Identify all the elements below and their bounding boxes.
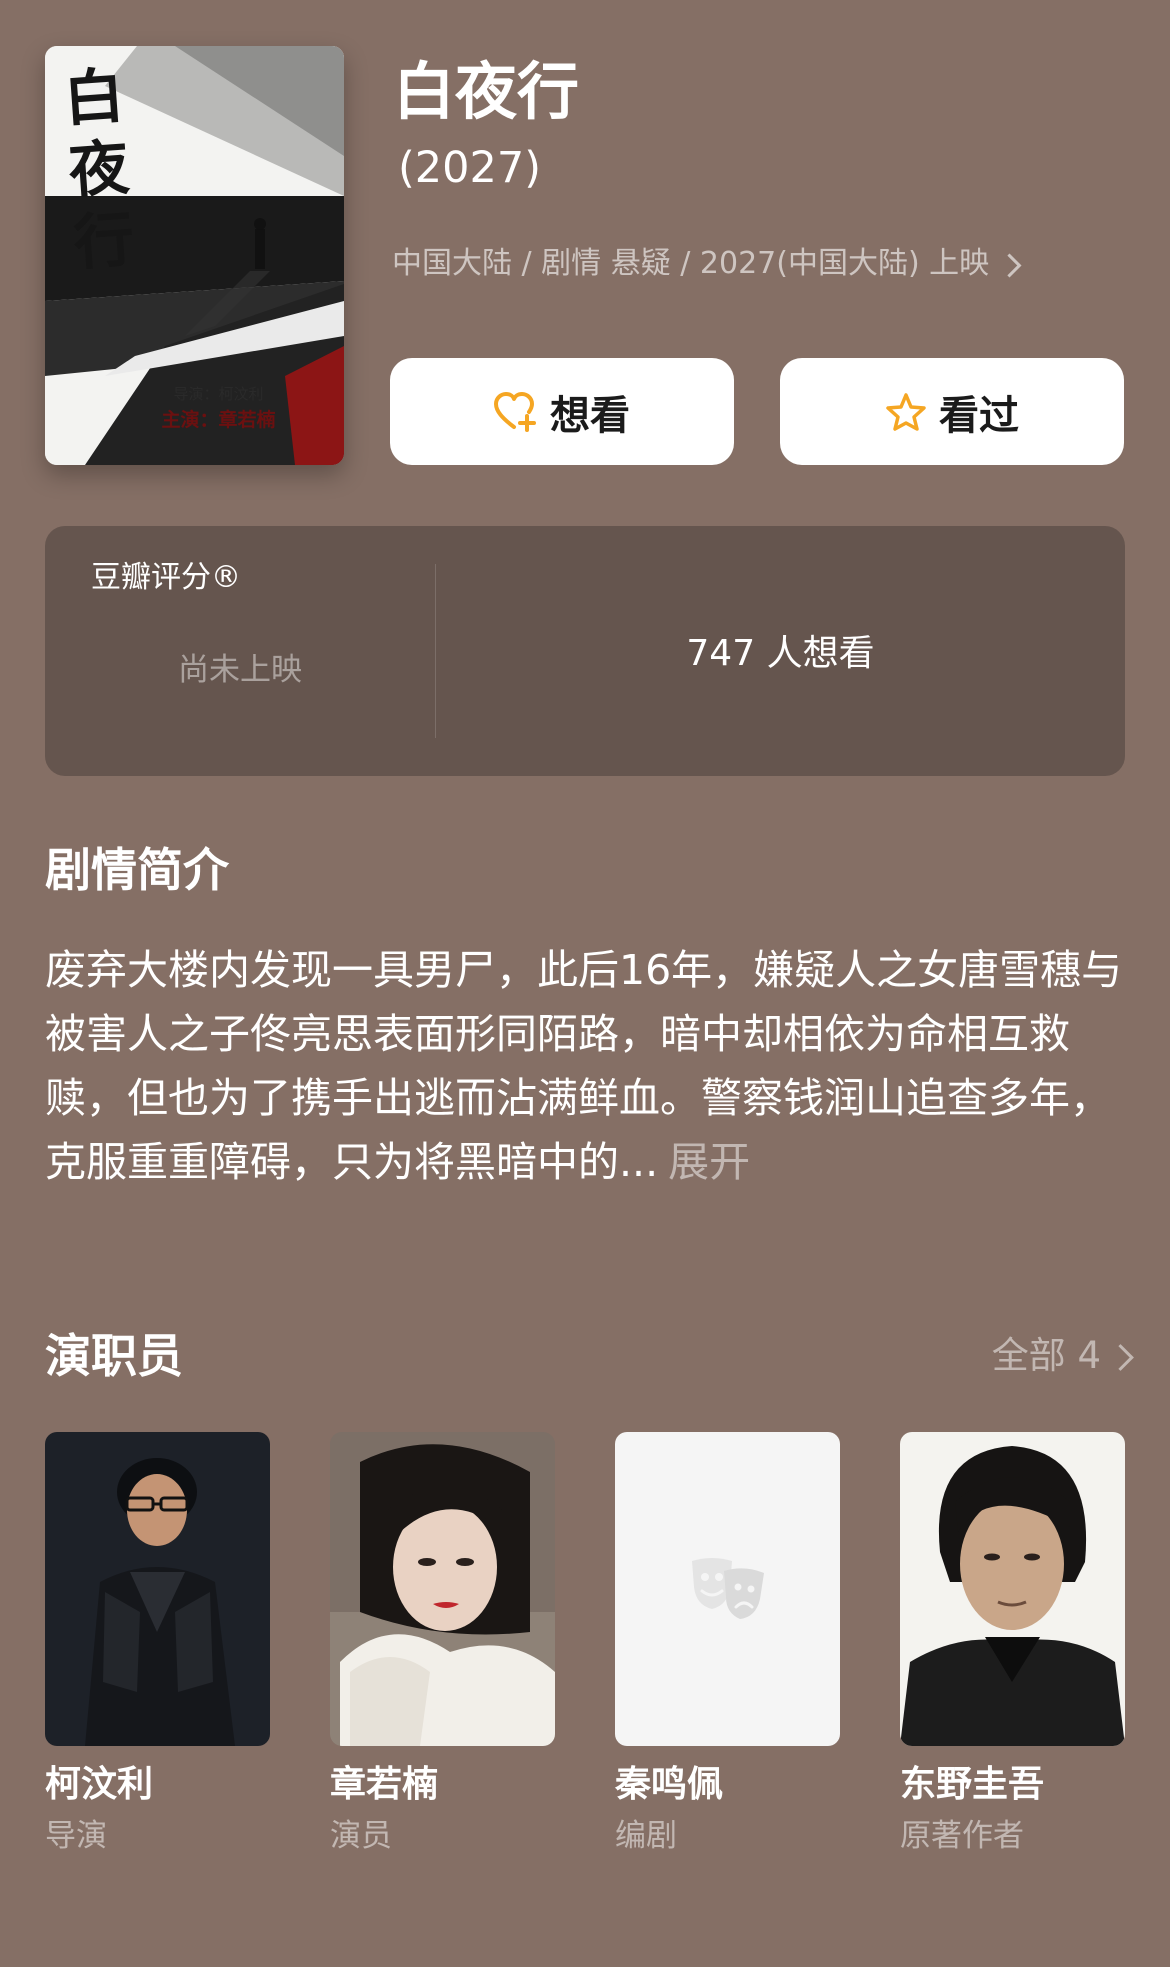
actor-photo	[330, 1432, 555, 1746]
cast-card[interactable]: 章若楠 演员	[330, 1432, 555, 1856]
chevron-right-icon	[997, 252, 1022, 278]
director-photo	[45, 1432, 270, 1746]
cast-photo	[900, 1432, 1125, 1746]
cast-photo	[45, 1432, 270, 1746]
poster-credit-cast: 主演：章若楠	[161, 409, 276, 431]
synopsis-text: 废弃大楼内发现一具男尸，此后16年，嫌疑人之女唐雪穗与被害人之子佟亮思表面形同陌…	[45, 946, 1123, 1186]
poster-title-text: 白夜行	[61, 61, 137, 279]
star-icon	[886, 392, 926, 431]
author-photo	[900, 1432, 1125, 1746]
cast-card[interactable]: 柯汶利 导演	[45, 1432, 270, 1856]
cast-see-all-link[interactable]: 全部 4	[991, 1334, 1134, 1377]
cast-photo	[330, 1432, 555, 1746]
cast-role: 原著作者	[900, 1818, 1024, 1854]
synopsis-body: 废弃大楼内发现一具男尸，此后16年，嫌疑人之女唐雪穗与被害人之子佟亮思表面形同陌…	[45, 938, 1135, 1194]
watched-label: 看过	[939, 392, 1019, 439]
movie-poster[interactable]: 白夜行 导演：柯汶利 主演：章若楠	[45, 46, 344, 465]
cast-card[interactable]: 东野圭吾 原著作者	[900, 1432, 1125, 1856]
want-to-watch-button[interactable]: 想看	[390, 358, 734, 465]
douban-rating-label: 豆瓣评分®	[91, 560, 241, 595]
synopsis-title: 剧情简介	[45, 843, 229, 897]
watched-button[interactable]: 看过	[780, 358, 1124, 465]
movie-meta-text: 中国大陆 / 剧情 悬疑 / 2027(中国大陆) 上映	[392, 246, 990, 281]
theater-masks-icon	[691, 1558, 764, 1619]
chevron-right-icon	[1107, 1343, 1134, 1371]
cast-role: 导演	[45, 1818, 107, 1854]
rating-status: 尚未上映	[178, 652, 302, 688]
movie-title: 白夜行	[393, 55, 580, 128]
want-to-watch-label: 想看	[550, 392, 630, 439]
cast-see-all-label: 全部 4	[991, 1334, 1101, 1377]
cast-name: 秦鸣佩	[615, 1764, 724, 1805]
cast-role: 编剧	[615, 1818, 677, 1854]
wish-count: 747 人想看	[686, 633, 875, 674]
heart-plus-icon	[494, 391, 536, 432]
poster-credits: 导演：柯汶利 主演：章若楠	[45, 382, 344, 434]
expand-link[interactable]: 展开	[668, 1138, 750, 1186]
cast-name: 东野圭吾	[900, 1764, 1045, 1805]
rating-panel[interactable]: 豆瓣评分® 尚未上映 747 人想看	[45, 526, 1125, 776]
cast-name: 柯汶利	[45, 1764, 154, 1805]
movie-meta-link[interactable]: 中国大陆 / 剧情 悬疑 / 2027(中国大陆) 上映	[392, 244, 1022, 284]
poster-credit-director: 导演：柯汶利	[173, 385, 264, 403]
cast-name: 章若楠	[330, 1764, 439, 1805]
cast-role: 演员	[330, 1818, 392, 1854]
cast-photo-placeholder	[615, 1432, 840, 1746]
movie-year: (2027)	[398, 143, 541, 193]
cast-card[interactable]: 秦鸣佩 编剧	[615, 1432, 840, 1856]
cast-title: 演职员	[45, 1329, 183, 1383]
